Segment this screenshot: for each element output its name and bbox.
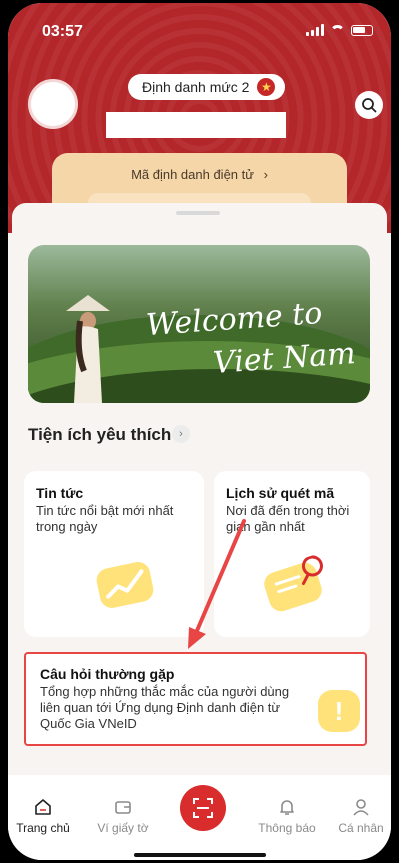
nav-notifications[interactable]: Thông báo [252, 797, 322, 835]
search-button[interactable] [355, 91, 383, 119]
favorites-title: Tiện ích yêu thích [28, 425, 172, 444]
scan-icon [193, 798, 213, 818]
woman-figure [66, 295, 110, 403]
news-chart-icon [94, 559, 156, 611]
user-icon [353, 799, 369, 816]
tile-faq-desc: Tổng hợp những thắc mắc của người dùng l… [40, 684, 290, 731]
battery-icon [351, 24, 373, 36]
home-indicator [134, 853, 266, 857]
avatar[interactable] [28, 79, 78, 129]
user-name-redacted [106, 112, 286, 138]
search-icon [362, 98, 377, 113]
tile-scan-history[interactable]: Lịch sử quét mã Nơi đã đến trong thời gi… [214, 471, 370, 637]
tile-news[interactable]: Tin tức Tin tức nổi bật mới nhất trong n… [24, 471, 204, 637]
nav-wallet[interactable]: Ví giấy tờ [88, 797, 158, 835]
identity-level-badge[interactable]: Định danh mức 2 ★ [128, 74, 286, 100]
bell-icon [280, 800, 294, 815]
bottom-navigation: Trang chủ Ví giấy tờ Thông báo Cá nhân [8, 775, 391, 860]
tile-scan-history-title: Lịch sử quét mã [226, 485, 335, 501]
tile-faq-title: Câu hỏi thường gặp [40, 666, 175, 682]
wallet-icon [115, 801, 131, 814]
welcome-banner[interactable]: Welcome to Viet Nam [28, 245, 370, 403]
chevron-right-icon: › [179, 428, 183, 440]
document-search-icon [261, 555, 325, 615]
nav-home-label: Trang chủ [16, 821, 70, 835]
star-icon: ★ [257, 78, 276, 96]
tile-faq[interactable]: Câu hỏi thường gặp Tổng hợp những thắc m… [24, 652, 367, 746]
digital-id-card-title: Mã định danh điện tử › [52, 167, 347, 182]
home-icon [35, 799, 51, 815]
digital-id-label: Mã định danh điện tử [131, 167, 254, 182]
scan-qr-button[interactable] [180, 785, 226, 831]
nav-wallet-label: Ví giấy tờ [97, 821, 149, 835]
profile-header: 03:57 Định danh mức 2 ★ Mã định danh điệ… [8, 3, 391, 243]
chevron-right-icon: › [263, 167, 268, 182]
home-sheet: Welcome to Viet Nam Tiện ích yêu thích ›… [12, 203, 387, 860]
tile-news-desc: Tin tức nổi bật mới nhất trong ngày [36, 503, 174, 534]
nav-notifications-label: Thông báo [258, 821, 316, 835]
tile-scan-history-desc: Nơi đã đến trong thời gian gần nhất [226, 503, 350, 534]
nav-profile[interactable]: Cá nhân [326, 797, 391, 835]
signal-icon [306, 24, 324, 36]
nav-profile-label: Cá nhân [338, 821, 384, 835]
sheet-handle[interactable] [176, 211, 220, 215]
status-icons [306, 24, 373, 36]
wifi-icon [330, 24, 345, 36]
status-time: 03:57 [42, 23, 83, 40]
phone-screen: 03:57 Định danh mức 2 ★ Mã định danh điệ… [8, 3, 391, 860]
exclamation-icon: ! [318, 690, 360, 732]
tile-news-title: Tin tức [36, 485, 84, 501]
favorites-more-button[interactable]: › [172, 425, 190, 443]
nav-home[interactable]: Trang chủ [8, 797, 78, 835]
identity-level-label: Định danh mức 2 [142, 79, 250, 95]
